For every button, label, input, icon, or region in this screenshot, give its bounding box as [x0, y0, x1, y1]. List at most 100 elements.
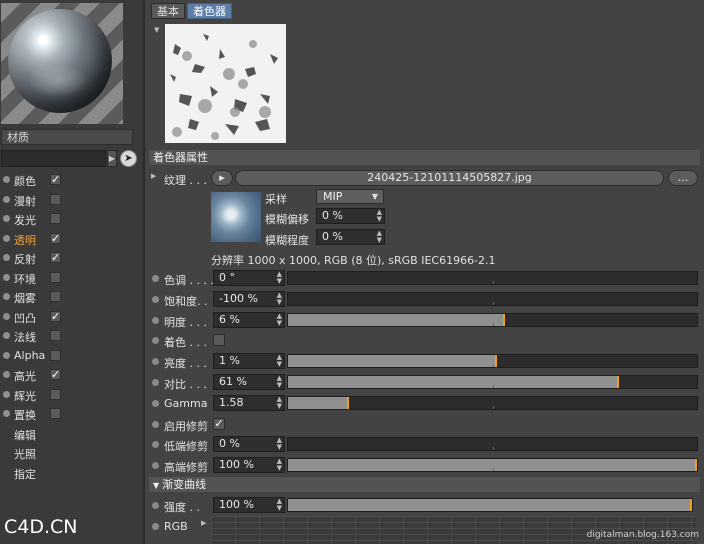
channel-checkbox[interactable] — [50, 271, 61, 283]
spinner-icon[interactable]: ▲ ▼ — [377, 230, 382, 244]
channel-checkbox[interactable]: ✓ — [50, 174, 61, 185]
slider-fill — [288, 376, 620, 388]
tab-basic[interactable]: 基本 — [151, 3, 185, 19]
animation-dot[interactable] — [152, 275, 159, 282]
animation-dot[interactable] — [152, 523, 159, 530]
channel-checkbox[interactable] — [50, 213, 61, 224]
prop-value-field[interactable]: 1 % ▲ ▼ — [213, 353, 285, 370]
prop-slider[interactable] — [287, 395, 698, 410]
channel-1[interactable]: 漫射 — [0, 190, 140, 210]
spinner-icon[interactable]: ▲ ▼ — [277, 375, 282, 389]
channel-2[interactable]: 发光 — [0, 209, 140, 229]
animation-dot[interactable] — [152, 316, 159, 324]
channel-checkbox[interactable] — [50, 349, 61, 361]
sampling-value: MIP — [323, 190, 343, 203]
animation-dot[interactable] — [152, 337, 159, 345]
slider-marker — [287, 438, 288, 450]
animation-dot[interactable] — [152, 502, 159, 509]
animation-dot[interactable] — [152, 379, 159, 386]
prop-slider[interactable] — [287, 458, 698, 473]
channel-checkbox[interactable] — [50, 291, 61, 302]
animation-dot[interactable] — [152, 441, 159, 449]
shader-properties-header[interactable]: 着色器属性 — [149, 150, 700, 165]
expand-arrow-icon[interactable]: ▶ — [151, 172, 156, 180]
spinner-icon[interactable]: ▲ ▼ — [277, 437, 282, 451]
channel-4[interactable]: 反射 ✓ — [0, 248, 140, 268]
tab-shader[interactable]: 着色器 — [187, 3, 232, 19]
spinner-icon[interactable]: ▲ ▼ — [277, 498, 282, 512]
animation-dot[interactable] — [152, 420, 159, 428]
texture-more-button[interactable]: ... — [668, 170, 698, 186]
channel-6[interactable]: 烟雾 — [0, 287, 140, 307]
extra-item-2[interactable]: 指定 — [0, 463, 140, 483]
material-arrow-button[interactable]: ▶ — [107, 150, 117, 167]
chevron-down-icon: ▼ — [371, 192, 378, 201]
blur-degree-field[interactable]: 0 % ▲ ▼ — [316, 229, 385, 245]
channel-9[interactable]: Alpha — [0, 346, 140, 366]
channel-checkbox[interactable] — [50, 193, 61, 205]
prop-slider[interactable] — [287, 291, 698, 306]
channel-5[interactable]: 环境 — [0, 268, 140, 288]
spinner-icon[interactable]: ▲ ▼ — [277, 395, 282, 410]
channel-10[interactable]: 高光 ✓ — [0, 365, 140, 385]
prop-value-field[interactable]: 61 % ▲ ▼ — [213, 374, 285, 390]
prop-value-field[interactable]: -100 % ▲ ▼ — [213, 290, 285, 307]
animation-dot[interactable] — [152, 462, 159, 470]
prop-slider[interactable] — [287, 271, 698, 285]
prop-slider[interactable] — [287, 375, 698, 389]
channel-checkbox[interactable] — [50, 408, 61, 419]
prop-value-field[interactable]: 1.58 ▲ ▼ — [213, 394, 285, 411]
prop-slider[interactable] — [287, 312, 698, 327]
channel-3[interactable]: 透明 ✓ — [0, 229, 140, 249]
spinner-icon[interactable]: ▲ ▼ — [277, 354, 282, 368]
material-name-field[interactable] — [1, 150, 106, 167]
prop-row-1: 饱和度. . -100 % ▲ ▼ — [149, 289, 700, 310]
prop-checkbox[interactable] — [213, 334, 225, 347]
texture-menu-button[interactable]: ▸ — [211, 170, 233, 186]
channel-list: 颜色 ✓ 漫射 发光 透明 ✓ 反射 ✓ 环境 烟雾 凹凸 ✓ 法线 Alpha 高光 ✓ 辉光 置换 编辑 光照 指定 — [0, 170, 140, 482]
prop-slider[interactable] — [287, 437, 698, 452]
spinner-icon[interactable]: ▲ ▼ — [277, 458, 282, 472]
prop-label: 高端修剪 — [164, 461, 208, 475]
strength-slider[interactable] — [287, 498, 693, 512]
texture-file-button[interactable]: 240425-12101114505827.jpg — [235, 170, 664, 186]
slider-fill — [288, 499, 692, 511]
channel-dot — [3, 293, 10, 300]
channel-checkbox[interactable]: ✓ — [50, 310, 61, 322]
extra-item-0[interactable]: 编辑 — [0, 424, 140, 444]
sampling-dropdown[interactable]: MIP ▼ — [316, 189, 384, 204]
spinner-icon[interactable]: ▲ ▼ — [377, 209, 382, 223]
material-preview[interactable] — [1, 3, 123, 124]
prop-value-field[interactable]: 6 % ▲ ▼ — [213, 311, 285, 328]
channel-dot — [3, 410, 10, 417]
channel-checkbox[interactable]: ✓ — [50, 232, 61, 244]
strength-field[interactable]: 100 % ▲ ▼ — [213, 497, 285, 513]
prop-value-field[interactable]: 0 % ▲ ▼ — [213, 436, 285, 453]
blur-offset-field[interactable]: 0 % ▲ ▼ — [316, 208, 385, 224]
expand-arrow-icon[interactable]: ▶ — [201, 519, 206, 527]
tab-bar: 基本 着色器 — [151, 3, 234, 19]
channel-checkbox[interactable] — [50, 388, 61, 400]
curve-section-header[interactable]: ▼ 渐变曲线 — [149, 477, 700, 492]
spinner-icon[interactable]: ▲ ▼ — [277, 291, 282, 306]
channel-checkbox[interactable]: ✓ — [50, 369, 61, 380]
prop-slider[interactable] — [287, 354, 698, 369]
channel-8[interactable]: 法线 — [0, 326, 140, 346]
prop-value-field[interactable]: 0 ° ▲ ▼ — [213, 270, 285, 286]
animation-dot[interactable] — [152, 399, 159, 407]
channel-11[interactable]: 辉光 — [0, 385, 140, 405]
animation-dot[interactable] — [152, 358, 159, 366]
channel-7[interactable]: 凹凸 ✓ — [0, 307, 140, 327]
prop-value-field[interactable]: 100 % ▲ ▼ — [213, 457, 285, 474]
channel-0[interactable]: 颜色 ✓ — [0, 170, 140, 190]
channel-checkbox[interactable]: ✓ — [50, 252, 61, 263]
channel-12[interactable]: 置换 — [0, 404, 140, 424]
channel-checkbox[interactable] — [50, 330, 61, 341]
extra-item-1[interactable]: 光照 — [0, 443, 140, 463]
animation-dot[interactable] — [152, 295, 159, 303]
collapse-triangle-icon[interactable]: ▼ — [154, 26, 159, 34]
spinner-icon[interactable]: ▲ ▼ — [277, 271, 282, 285]
spinner-icon[interactable]: ▲ ▼ — [277, 312, 282, 327]
pointer-icon[interactable]: ➤ — [120, 150, 137, 167]
prop-checkbox[interactable]: ✓ — [213, 417, 225, 430]
